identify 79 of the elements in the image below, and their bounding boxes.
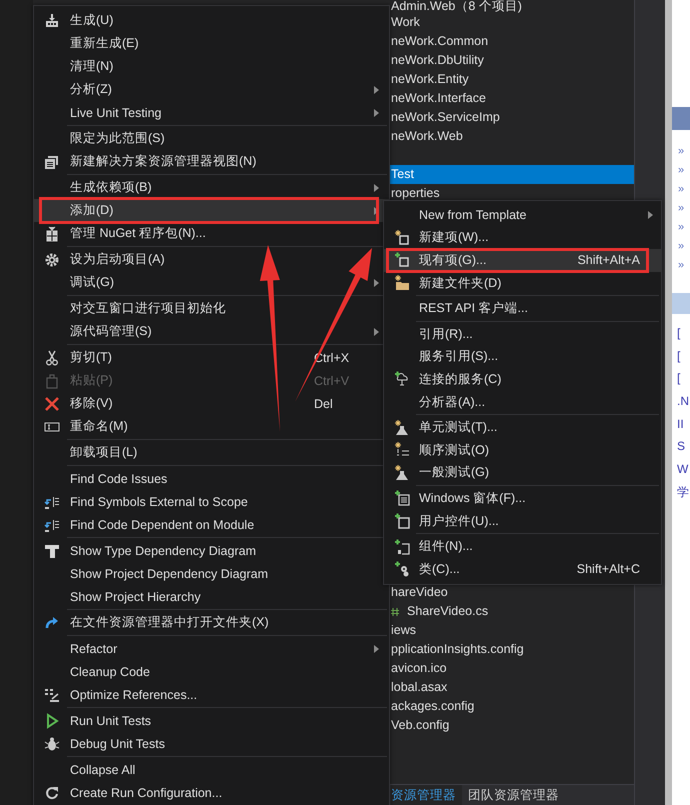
link[interactable]: .N <box>672 390 690 413</box>
list-icon <box>44 686 60 702</box>
menu-item[interactable]: 连接的服务(C) <box>384 368 661 391</box>
menu-item[interactable]: 顺序测试(O) <box>384 438 661 462</box>
solution-title[interactable]: Admin.Web（8 个项目) <box>391 0 522 13</box>
tree-item[interactable]: iews <box>391 621 416 640</box>
curved-arrow-icon <box>44 614 60 630</box>
build-icon <box>44 12 60 28</box>
cross-icon <box>44 396 60 412</box>
splitter-bar[interactable] <box>665 0 672 805</box>
link[interactable]: 学 <box>672 480 690 504</box>
tree-item[interactable]: ShareVideo.cs <box>407 602 488 621</box>
play-icon <box>44 712 60 728</box>
link[interactable]: [ <box>672 322 690 345</box>
link[interactable]: » <box>672 237 690 256</box>
menu-item[interactable]: 服务引用(S)... <box>384 346 661 368</box>
link[interactable]: II <box>672 412 690 436</box>
plug-plus-icon <box>394 371 410 388</box>
package-icon <box>44 226 60 242</box>
menu-item[interactable]: Debug Unit Tests <box>34 732 389 755</box>
flask-icon <box>394 464 410 481</box>
menu-item[interactable]: 清理(N) <box>34 55 389 78</box>
header-bar <box>672 107 690 130</box>
section-bar <box>672 293 690 314</box>
menu-item[interactable]: 新建文件夹(D) <box>384 272 661 294</box>
plus-gears-icon <box>394 561 410 578</box>
tree-item[interactable]: lobal.asax <box>391 678 448 697</box>
menu-item[interactable]: REST API 客户端... <box>384 297 661 320</box>
hash-icon <box>391 608 399 616</box>
link[interactable]: [ <box>672 344 690 368</box>
menu-item[interactable]: Refactor <box>34 637 389 660</box>
link[interactable]: [ <box>672 367 690 390</box>
menu-item[interactable]: 重新生成(E) <box>34 32 389 55</box>
plus-square-icon <box>394 252 410 268</box>
menu-item[interactable]: 添加(D) <box>34 199 389 222</box>
menu-item[interactable]: 一般测试(G) <box>384 462 661 484</box>
tree-item[interactable]: avicon.ico <box>391 659 447 678</box>
panel-tab[interactable]: 资源管理器 <box>391 785 462 805</box>
menu-item[interactable]: Cleanup Code <box>34 660 389 683</box>
menu-item[interactable]: 引用(R)... <box>384 322 661 346</box>
menu-item[interactable]: Collapse All <box>34 758 389 781</box>
circular-arrow-icon <box>44 784 60 800</box>
link[interactable]: » <box>672 142 690 161</box>
sparkle-square-icon <box>394 230 410 246</box>
tree-item[interactable]: pplicationInsights.config <box>391 640 524 659</box>
link[interactable]: » <box>672 161 690 180</box>
menu-item[interactable]: Create Run Configuration... <box>34 781 389 804</box>
menu-item[interactable]: Show Project Hierarchy <box>34 585 389 608</box>
tree-item[interactable]: Veb.config <box>391 716 450 735</box>
menu-item[interactable]: 分析器(A)... <box>384 390 661 414</box>
flask-icon <box>394 420 410 436</box>
tree-item[interactable]: hareVideo <box>391 583 448 602</box>
window-icon <box>44 154 60 170</box>
gear-icon <box>44 252 60 268</box>
menu-item[interactable]: 限定为此范围(S) <box>34 127 389 150</box>
form-icon <box>394 490 410 506</box>
tree-item[interactable]: ackages.config <box>391 697 474 716</box>
numbered-list-icon <box>394 442 410 458</box>
menu-item[interactable]: Optimize References... <box>34 683 389 706</box>
menu-item[interactable]: 生成(U) <box>34 9 389 32</box>
panel-tab[interactable]: 团队资源管理器 <box>462 785 565 805</box>
link[interactable]: » <box>672 218 690 237</box>
clipboard-icon <box>44 372 60 388</box>
folder-icon <box>394 275 410 292</box>
link[interactable]: » <box>672 256 690 275</box>
menu-item[interactable]: 分析(Z) <box>34 78 389 101</box>
component-icon <box>394 538 410 555</box>
link[interactable]: S <box>672 435 690 458</box>
link[interactable]: » <box>672 180 690 199</box>
scissors-icon <box>44 350 60 366</box>
plus-frame-icon <box>394 513 410 530</box>
menu-item[interactable]: 在文件资源管理器中打开文件夹(X) <box>34 611 389 634</box>
bug-icon <box>44 736 60 752</box>
menu-item[interactable]: Live Unit Testing <box>34 101 389 124</box>
t-block-icon <box>44 542 60 558</box>
link[interactable]: » <box>672 199 690 218</box>
menu-item[interactable]: Run Unit Tests <box>34 709 389 732</box>
link[interactable]: W <box>672 458 690 481</box>
menu-item[interactable]: 现有项(G)... Shift+Alt+A <box>384 249 661 272</box>
